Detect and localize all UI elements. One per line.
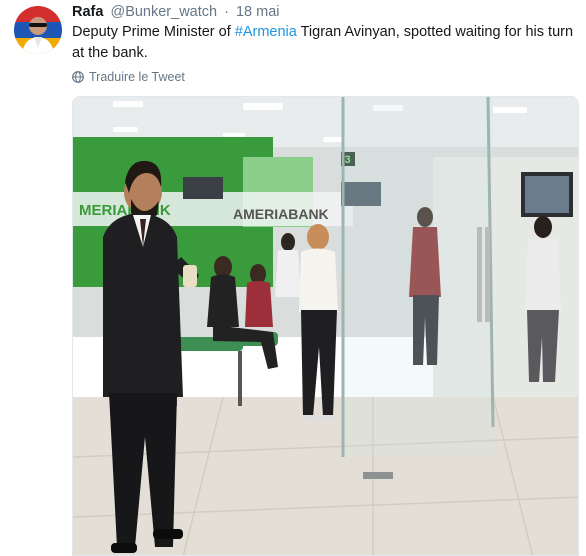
- tweet-date[interactable]: 18 mai: [236, 4, 280, 20]
- tweet-photo[interactable]: MERIABANK AMERIABANK 3: [72, 96, 579, 556]
- user-handle[interactable]: @Bunker_watch: [110, 4, 217, 20]
- bank-photo: MERIABANK AMERIABANK 3: [73, 97, 578, 555]
- avatar[interactable]: [14, 6, 62, 54]
- display-name[interactable]: Rafa: [72, 4, 103, 20]
- header-separator: ·: [224, 4, 229, 20]
- tweet: Rafa @Bunker_watch · 18 mai Deputy Prime…: [0, 0, 586, 556]
- translate-label: Traduire le Tweet: [89, 70, 185, 84]
- tweet-text: Deputy Prime Minister of #Armenia Tigran…: [72, 22, 577, 64]
- tweet-text-before: Deputy Prime Minister of: [72, 24, 235, 40]
- avatar-image: [14, 6, 62, 54]
- translate-tweet-link[interactable]: Traduire le Tweet: [72, 70, 185, 84]
- hashtag-link[interactable]: #Armenia: [235, 24, 297, 40]
- tweet-header: Rafa @Bunker_watch · 18 mai: [72, 3, 280, 21]
- bank-sign-main: AMERIABANK: [233, 206, 329, 222]
- globe-icon: [72, 71, 84, 83]
